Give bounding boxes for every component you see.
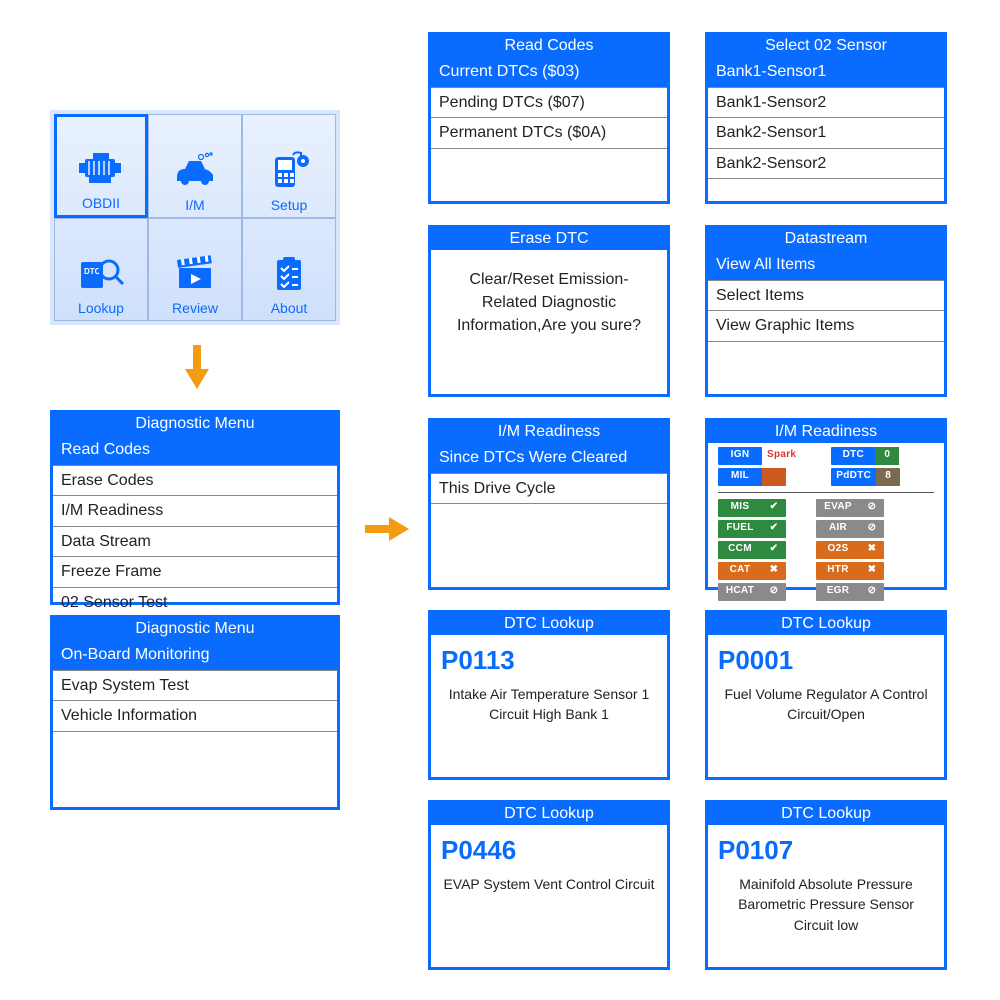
panel-title: I/M Readiness: [431, 421, 667, 443]
dtc-description: EVAP System Vent Control Circuit: [431, 866, 667, 898]
dtc-lookup-card: DTC Lookup P0446 EVAP System Vent Contro…: [428, 800, 670, 970]
arrow-down-icon: [185, 345, 209, 389]
list-item[interactable]: On-Board Monitoring: [53, 640, 337, 671]
status-badge: HCAT ⊘: [718, 583, 786, 601]
status-badge: AIR ⊘: [816, 520, 884, 538]
datastream-panel: Datastream View All Items Select Items V…: [705, 225, 947, 397]
main-menu-item-setup[interactable]: Setup: [242, 114, 336, 218]
list-item[interactable]: View Graphic Items: [708, 311, 944, 342]
device-gear-icon: [265, 149, 313, 193]
dtc-code: P0113: [431, 635, 667, 676]
diagnostic-menu-panel-2: Diagnostic Menu On-Board Monitoring Evap…: [50, 615, 340, 810]
panel-title: DTC Lookup: [708, 803, 944, 825]
main-menu-item-obdii[interactable]: OBDII: [54, 114, 148, 218]
dtc-magnifier-icon: DTC: [77, 252, 125, 296]
status-badge: MIS ✔: [718, 499, 786, 517]
dtc-lookup-card: DTC Lookup P0001 Fuel Volume Regulator A…: [705, 610, 947, 780]
status-badge: CAT ✖: [718, 562, 786, 580]
dialog-message: Clear/Reset Emission-Related Diagnostic …: [431, 250, 667, 356]
list-item[interactable]: This Drive Cycle: [431, 474, 667, 505]
main-menu-item-im[interactable]: I/M: [148, 114, 242, 218]
list-item[interactable]: Bank1-Sensor1: [708, 57, 944, 88]
status-badge: PdDTC 8: [831, 468, 900, 486]
panel-title: Erase DTC: [431, 228, 667, 250]
dtc-description: Intake Air Temperature Sensor 1 Circuit …: [431, 676, 667, 729]
main-menu: OBDII I/M Setup DTC Lookup Review About: [50, 110, 340, 325]
list-item[interactable]: Permanent DTCs ($0A): [431, 118, 667, 149]
list-item[interactable]: Read Codes: [53, 435, 337, 466]
im-readiness-dash-panel: I/M Readiness IGN Spark MIL DTC 0 PdDTC …: [705, 418, 947, 590]
status-badge: EGR ⊘: [816, 583, 884, 601]
main-menu-label: Lookup: [78, 300, 124, 316]
list-item[interactable]: I/M Readiness: [53, 496, 337, 527]
svg-text:DTC: DTC: [84, 267, 101, 276]
list-item[interactable]: Erase Codes: [53, 466, 337, 497]
list-item[interactable]: View All Items: [708, 250, 944, 281]
status-badge: HTR ✖: [816, 562, 884, 580]
select-o2-panel: Select 02 Sensor Bank1-Sensor1 Bank1-Sen…: [705, 32, 947, 204]
diagnostic-menu-panel: Diagnostic Menu Read Codes Erase Codes I…: [50, 410, 340, 605]
panel-title: DTC Lookup: [708, 613, 944, 635]
list-item[interactable]: Bank2-Sensor1: [708, 118, 944, 149]
read-codes-panel: Read Codes Current DTCs ($03) Pending DT…: [428, 32, 670, 204]
panel-title: Read Codes: [431, 35, 667, 57]
main-menu-label: About: [271, 300, 308, 316]
dtc-description: Fuel Volume Regulator A Control Circuit/…: [708, 676, 944, 729]
dtc-lookup-card: DTC Lookup P0107 Mainifold Absolute Pres…: [705, 800, 947, 970]
list-item[interactable]: Select Items: [708, 281, 944, 312]
dtc-description: Mainifold Absolute Pressure Barometric P…: [708, 866, 944, 939]
panel-title: Select 02 Sensor: [708, 35, 944, 57]
panel-title: Datastream: [708, 228, 944, 250]
panel-title: Diagnostic Menu: [53, 618, 337, 640]
panel-title: DTC Lookup: [431, 613, 667, 635]
status-badge: EVAP ⊘: [816, 499, 884, 517]
main-menu-item-about[interactable]: About: [242, 218, 336, 322]
dtc-code: P0446: [431, 825, 667, 866]
panel-title: DTC Lookup: [431, 803, 667, 825]
panel-title: I/M Readiness: [708, 421, 944, 443]
list-item[interactable]: Pending DTCs ($07): [431, 88, 667, 119]
main-menu-label: Setup: [271, 197, 308, 213]
im-dash-body: IGN Spark MIL DTC 0 PdDTC 8 MIS: [718, 447, 934, 601]
list-item[interactable]: Bank1-Sensor2: [708, 88, 944, 119]
main-menu-label: Review: [172, 300, 218, 316]
clapper-icon: [171, 252, 219, 296]
list-item[interactable]: Evap System Test: [53, 671, 337, 702]
status-badge: FUEL ✔: [718, 520, 786, 538]
list-item[interactable]: Freeze Frame: [53, 557, 337, 588]
main-menu-label: I/M: [185, 197, 204, 213]
status-badge: DTC 0: [831, 447, 900, 465]
dtc-code: P0107: [708, 825, 944, 866]
status-badge: CCM ✔: [718, 541, 786, 559]
status-badge: MIL: [718, 468, 801, 486]
panel-title: Diagnostic Menu: [53, 413, 337, 435]
im-readiness-menu-panel: I/M Readiness Since DTCs Were Cleared Th…: [428, 418, 670, 590]
list-item[interactable]: Data Stream: [53, 527, 337, 558]
main-menu-label: OBDII: [82, 195, 120, 211]
main-menu-item-review[interactable]: Review: [148, 218, 242, 322]
list-item[interactable]: 02 Sensor Test: [53, 588, 337, 619]
clipboard-check-icon: [265, 252, 313, 296]
status-badge: IGN Spark: [718, 447, 801, 465]
status-badge: O2S ✖: [816, 541, 884, 559]
list-item[interactable]: Vehicle Information: [53, 701, 337, 732]
main-menu-item-lookup[interactable]: DTC Lookup: [54, 218, 148, 322]
dtc-lookup-card: DTC Lookup P0113 Intake Air Temperature …: [428, 610, 670, 780]
list-item[interactable]: Bank2-Sensor2: [708, 149, 944, 180]
list-item[interactable]: Since DTCs Were Cleared: [431, 443, 667, 474]
dtc-code: P0001: [708, 635, 944, 676]
car-icon: [171, 149, 219, 193]
erase-dtc-panel: Erase DTC Clear/Reset Emission-Related D…: [428, 225, 670, 397]
engine-icon: [77, 147, 125, 191]
list-item[interactable]: Current DTCs ($03): [431, 57, 667, 88]
arrow-right-icon: [365, 517, 409, 541]
